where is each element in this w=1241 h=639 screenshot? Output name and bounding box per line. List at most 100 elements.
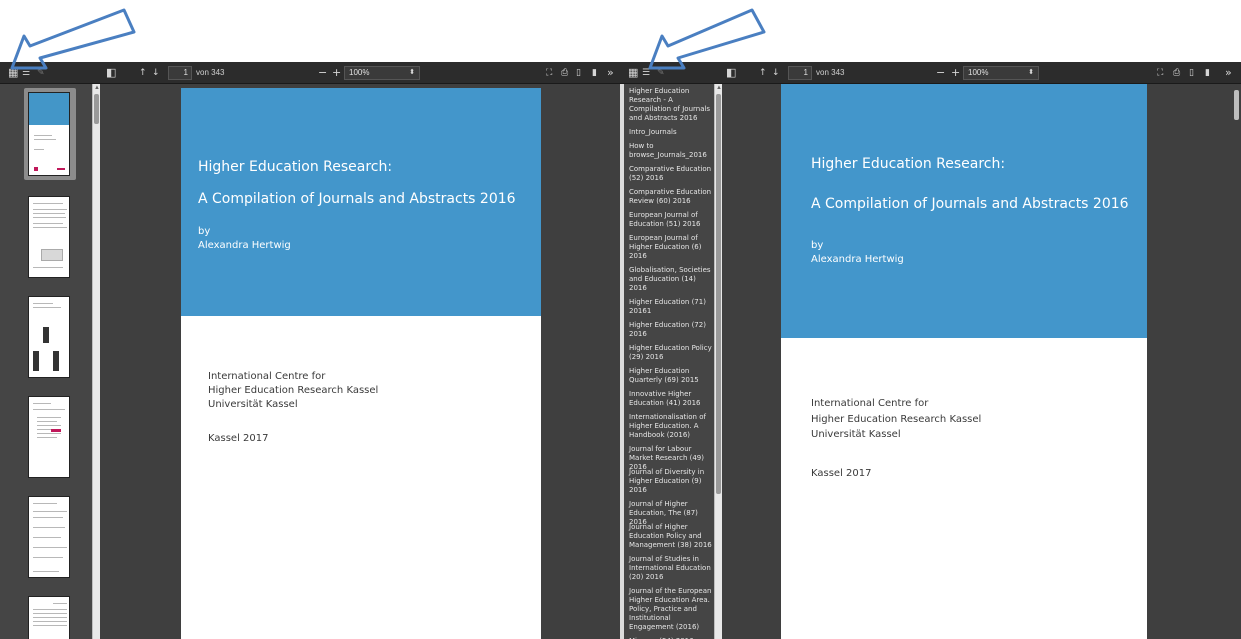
outline-scrollbar[interactable]: ▲: [714, 84, 722, 639]
thumbnail-text-line: [34, 135, 52, 136]
thumbnail-text-line: [33, 625, 67, 626]
zoom-select-value: 100%: [349, 68, 370, 77]
thumbnail-logo: [57, 168, 65, 170]
scroll-up-icon[interactable]: ▲: [715, 84, 723, 92]
previous-page-button[interactable]: ↑: [139, 62, 147, 84]
thumbnail-text-line: [33, 403, 51, 404]
outline-item[interactable]: Higher Education Quarterly (69) 2015: [629, 367, 714, 385]
outline-item[interactable]: Journal of Studies in International Educ…: [629, 555, 714, 582]
place-year: Kassel 2017: [208, 433, 269, 444]
document-title: Higher Education Research:: [811, 156, 1006, 172]
thumbnail-logo: [34, 167, 38, 171]
page-thumbnail-1[interactable]: [28, 92, 70, 176]
thumbnail-text-line: [37, 433, 61, 434]
thumbnail-sidebar: [0, 84, 92, 639]
page-count-label: von 343: [196, 68, 225, 77]
outline-item[interactable]: Comparative Education Review (60) 2016: [629, 188, 714, 206]
more-tools-button[interactable]: »: [1225, 62, 1232, 84]
thumbnails-view-icon[interactable]: ▦: [628, 62, 638, 84]
page-thumbnail-6[interactable]: [28, 596, 70, 639]
thumbnail-text-line: [33, 613, 67, 614]
outline-item[interactable]: Higher Education Policy (29) 2016: [629, 344, 714, 362]
org-line-2: Higher Education Research Kassel: [811, 414, 982, 425]
zoom-in-button[interactable]: +: [332, 62, 341, 84]
document-subtitle: A Compilation of Journals and Abstracts …: [811, 196, 1129, 212]
annotation-arrow-icon: [10, 8, 136, 70]
thumbnail-figure: [53, 351, 59, 371]
thumbnail-text-line: [37, 417, 61, 418]
thumbnail-text-line: [33, 547, 67, 548]
thumbnail-text-line: [33, 571, 59, 572]
thumbnail-text-line: [33, 213, 65, 214]
thumbnail-highlight: [51, 429, 61, 432]
outline-item[interactable]: How to browse_Journals_2016: [629, 142, 714, 160]
org-line-1: International Centre for: [208, 371, 326, 382]
thumbnail-text-line: [33, 511, 67, 512]
outline-item[interactable]: Higher Education (71) 20161: [629, 298, 714, 316]
author-name: Alexandra Hertwig: [198, 240, 291, 251]
scrollbar-thumb[interactable]: [716, 94, 721, 494]
zoom-select[interactable]: 100% ⬍: [344, 66, 420, 80]
place-year: Kassel 2017: [811, 468, 872, 479]
outline-item[interactable]: Intro_Journals: [629, 128, 714, 137]
outline-item[interactable]: Journal of Diversity in Higher Education…: [629, 468, 714, 495]
download-icon[interactable]: ▯: [576, 62, 581, 84]
thumbnail-figure: [33, 351, 39, 371]
page-scrollbar[interactable]: [1233, 84, 1241, 639]
page-number-input[interactable]: 1: [788, 66, 812, 80]
by-label: by: [198, 226, 211, 237]
outline-item[interactable]: Higher Education (72) 2016: [629, 321, 714, 339]
page-thumbnail-5[interactable]: [28, 496, 70, 578]
outline-item[interactable]: Journal of Higher Education Policy and M…: [629, 523, 714, 550]
outline-item[interactable]: Journal of the European Higher Education…: [629, 587, 714, 632]
scrollbar-thumb[interactable]: [1234, 90, 1239, 120]
zoom-in-button[interactable]: +: [951, 62, 960, 84]
outline-left-scrollbar[interactable]: [620, 84, 624, 639]
outline-item[interactable]: Comparative Education (52) 2016: [629, 165, 714, 183]
outline-item[interactable]: European Journal of Education (51) 2016: [629, 211, 714, 229]
print-icon[interactable]: ⎙: [561, 62, 568, 84]
outline-item[interactable]: European Journal of Higher Education (6)…: [629, 234, 714, 261]
thumbnail-text-line: [33, 537, 61, 538]
page-thumbnail-3[interactable]: [28, 296, 70, 378]
chevron-down-icon: ⬍: [1028, 69, 1034, 76]
thumbnail-text-line: [33, 617, 67, 618]
thumbnail-text-line: [37, 437, 57, 438]
page-count-label: von 343: [816, 68, 845, 77]
author-name: Alexandra Hertwig: [811, 254, 904, 265]
thumbnail-text-line: [37, 421, 57, 422]
pdf-page: Higher Education Research: A Compilation…: [181, 88, 541, 639]
document-title: Higher Education Research:: [198, 159, 393, 175]
outline-item[interactable]: Innovative Higher Education (41) 2016: [629, 390, 714, 408]
more-tools-button[interactable]: »: [607, 62, 614, 84]
scroll-up-icon[interactable]: ▲: [93, 84, 101, 92]
scrollbar-thumb[interactable]: [94, 94, 99, 124]
presentation-mode-icon[interactable]: ⛶: [546, 62, 552, 84]
outline-sidebar: Higher Education Research - A Compilatio…: [620, 84, 714, 639]
zoom-select[interactable]: 100% ⬍: [963, 66, 1039, 80]
page-number-input[interactable]: 1: [168, 66, 192, 80]
bookmark-icon[interactable]: ▮: [1205, 62, 1210, 84]
print-icon[interactable]: ⎙: [1173, 62, 1180, 84]
download-icon[interactable]: ▯: [1189, 62, 1194, 84]
thumbnail-scrollbar[interactable]: ▲: [92, 84, 100, 639]
presentation-mode-icon[interactable]: ⛶: [1157, 62, 1163, 84]
thumbnail-text-line: [33, 557, 63, 558]
document-subtitle: A Compilation of Journals and Abstracts …: [198, 191, 516, 207]
thumbnail-text-line: [33, 217, 66, 218]
bookmark-icon[interactable]: ▮: [592, 62, 597, 84]
org-line-1: International Centre for: [811, 398, 929, 409]
zoom-out-button[interactable]: −: [318, 62, 327, 84]
thumbnail-text-line: [33, 621, 67, 622]
next-page-button[interactable]: ↓: [152, 62, 160, 84]
pdf-page: Higher Education Research: A Compilation…: [781, 84, 1147, 639]
outline-item[interactable]: Higher Education Research - A Compilatio…: [629, 87, 714, 123]
page-thumbnail-2[interactable]: [28, 196, 70, 278]
thumbnail-text-line: [33, 227, 67, 228]
outline-item[interactable]: Internationalisation of Higher Education…: [629, 413, 714, 440]
page-thumbnail-4[interactable]: [28, 396, 70, 478]
thumbnail-text-line: [33, 223, 63, 224]
zoom-out-button[interactable]: −: [936, 62, 945, 84]
outline-item[interactable]: Globalisation, Societies and Education (…: [629, 266, 714, 293]
thumbnail-text-line: [33, 527, 65, 528]
